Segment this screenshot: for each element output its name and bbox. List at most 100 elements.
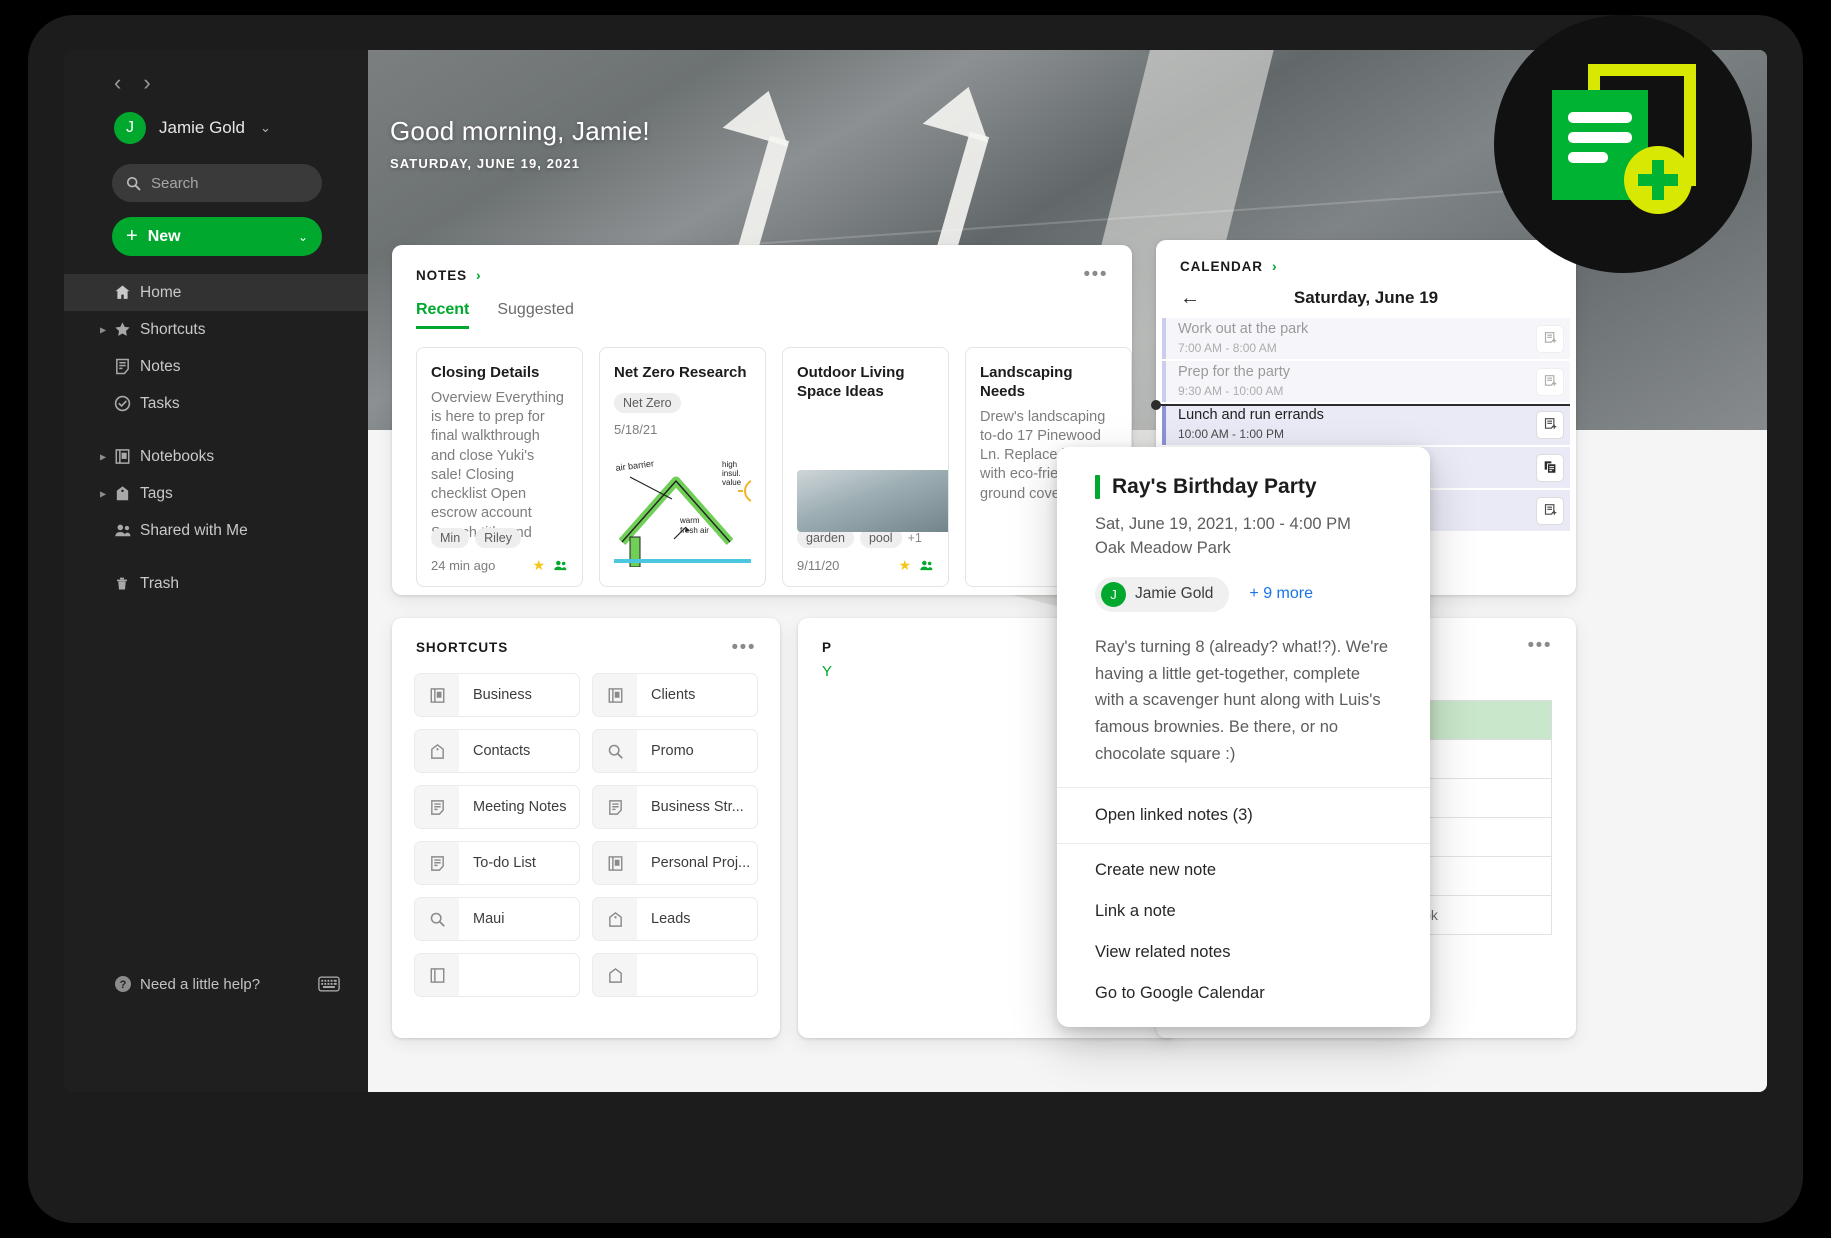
open-linked-notes-item[interactable]: Open linked notes (3) — [1057, 788, 1430, 843]
avatar: J — [114, 112, 146, 144]
note-card[interactable]: Outdoor Living Space Ideas garden pool +… — [782, 347, 949, 587]
shared-people-icon — [920, 560, 933, 571]
calendar-event[interactable]: Work out at the park 7:00 AM - 8:00 AM — [1162, 318, 1570, 359]
chevron-right-icon[interactable]: › — [1272, 258, 1277, 274]
shortcut-label: Maui — [473, 911, 505, 927]
chevron-left-icon[interactable]: ‹ — [114, 72, 121, 94]
attendee-chip[interactable]: J Jamie Gold — [1095, 576, 1230, 612]
shortcut-label: Clients — [651, 687, 696, 703]
shortcut-item[interactable] — [414, 953, 580, 997]
overflow-menu-icon[interactable]: ••• — [732, 637, 756, 657]
chevron-down-icon[interactable]: ⌄ — [260, 120, 271, 136]
go-to-google-calendar-item[interactable]: Go to Google Calendar — [1057, 973, 1430, 1014]
svg-text:?: ? — [120, 979, 127, 991]
shortcut-item[interactable]: Meeting Notes — [414, 785, 580, 829]
link-a-note-item[interactable]: Link a note — [1057, 891, 1430, 932]
notes-panel-header: NOTES › ••• — [392, 245, 1132, 285]
shortcut-label: Personal Proj... — [651, 855, 751, 871]
new-button-label: New — [147, 227, 181, 245]
tag[interactable]: Riley — [475, 528, 521, 548]
new-note-icon[interactable] — [1536, 324, 1564, 353]
chevron-down-icon[interactable]: ⌄ — [298, 230, 308, 244]
tab-suggested[interactable]: Suggested — [497, 301, 574, 329]
tag[interactable]: Min — [431, 528, 470, 548]
sidebar-item-label: Shared with Me — [140, 521, 248, 539]
note-meta: 9/11/20 ★ — [797, 557, 934, 574]
shortcut-item[interactable]: Maui — [414, 897, 580, 941]
search-input[interactable]: Search — [112, 164, 322, 202]
more-attendees-link[interactable]: + 9 more — [1249, 585, 1313, 603]
shortcut-label: Leads — [651, 911, 691, 927]
sidebar-item-notebooks[interactable]: ▶ Notebooks — [64, 438, 368, 475]
sidebar-item-shortcuts[interactable]: ▶ Shortcuts — [64, 311, 368, 348]
note-tags: Min Riley — [431, 528, 568, 548]
star-icon: ★ — [898, 557, 911, 573]
star-icon: ★ — [532, 557, 545, 573]
sidebar-item-tasks[interactable]: Tasks — [64, 385, 368, 422]
chevron-right-icon[interactable]: ▶ — [100, 325, 106, 334]
popup-location: Oak Meadow Park — [1095, 538, 1231, 557]
chevron-right-icon[interactable]: ▶ — [100, 452, 106, 461]
note-footer: Min Riley 24 min ago ★ — [431, 518, 568, 574]
note-sketch-thumbnail: air barrier warm fresh air high insul. v… — [614, 447, 751, 567]
tag[interactable]: Net Zero — [614, 392, 681, 413]
calendar-event-text: Lunch and run errands 10:00 AM - 1:00 PM — [1178, 406, 1324, 443]
new-note-badge-glyph — [1552, 64, 1696, 214]
shortcut-item[interactable]: Business — [414, 673, 580, 717]
view-related-notes-item[interactable]: View related notes — [1057, 932, 1430, 973]
keyboard-icon[interactable] — [318, 976, 340, 992]
shortcut-item[interactable]: Personal Proj... — [592, 841, 758, 885]
calendar-event[interactable]: Lunch and run errands 10:00 AM - 1:00 PM — [1162, 404, 1570, 445]
popup-title-row: Ray's Birthday Party — [1095, 475, 1392, 499]
popup-header: Ray's Birthday Party Sat, June 19, 2021,… — [1057, 447, 1430, 612]
shortcut-label: Promo — [651, 743, 694, 759]
note-card[interactable]: Closing Details Overview Everything is h… — [416, 347, 583, 587]
sidebar-item-trash[interactable]: Trash — [64, 565, 368, 602]
sidebar-item-shared-with-me[interactable]: Shared with Me — [64, 512, 368, 549]
shortcuts-grid: Business Clients Contacts Promo Meeting … — [392, 655, 780, 997]
new-note-icon[interactable] — [1536, 410, 1564, 439]
shortcuts-panel: SHORTCUTS ••• Business Clients Contacts — [392, 618, 780, 1038]
new-button[interactable]: + New ⌄ — [112, 217, 322, 256]
tag-overflow-count[interactable]: +1 — [908, 531, 922, 545]
note-card[interactable]: Net Zero Research Net Zero 5/18/21 air b… — [599, 347, 766, 587]
sidebar-item-label: Notes — [140, 357, 181, 375]
sidebar-item-notes[interactable]: Notes — [64, 348, 368, 385]
crosswalk-arrow-stem — [736, 135, 790, 257]
shortcut-item[interactable]: To-do List — [414, 841, 580, 885]
chevron-right-icon[interactable]: ▶ — [100, 489, 106, 498]
linked-notes-icon[interactable] — [1536, 453, 1564, 482]
new-note-icon[interactable] — [1536, 496, 1564, 525]
notes-card-row: Closing Details Overview Everything is h… — [392, 329, 1132, 587]
arrow-left-icon[interactable]: ← — [1180, 288, 1200, 308]
shortcut-item[interactable]: Business Str... — [592, 785, 758, 829]
create-new-note-item[interactable]: Create new note — [1057, 850, 1430, 891]
note-icon — [415, 786, 459, 828]
calendar-event-title: Work out at the park — [1178, 321, 1309, 338]
sidebar-item-tags[interactable]: ▶ Tags — [64, 475, 368, 512]
popup-title: Ray's Birthday Party — [1112, 475, 1317, 498]
shortcut-item[interactable]: Clients — [592, 673, 758, 717]
calendar-event[interactable]: Prep for the party 9:30 AM - 10:00 AM — [1162, 361, 1570, 402]
shortcut-item[interactable]: Contacts — [414, 729, 580, 773]
calendar-event-time: 9:30 AM - 10:00 AM — [1178, 383, 1284, 398]
chevron-right-icon[interactable]: › — [476, 267, 481, 283]
overflow-menu-icon[interactable]: ••• — [1528, 636, 1552, 656]
overflow-menu-icon[interactable]: ••• — [1084, 265, 1108, 285]
shortcut-item[interactable] — [592, 953, 758, 997]
account-switcher[interactable]: J Jamie Gold ⌄ — [64, 94, 368, 144]
sidebar-item-label: Trash — [140, 574, 180, 592]
chevron-right-icon[interactable]: › — [143, 72, 150, 94]
new-note-icon[interactable] — [1536, 367, 1564, 396]
event-detail-popup: Ray's Birthday Party Sat, June 19, 2021,… — [1057, 447, 1430, 1027]
event-color-bar — [1095, 475, 1100, 499]
notes-panel-title: NOTES — [416, 267, 468, 283]
note-icon — [415, 842, 459, 884]
shortcut-item[interactable]: Promo — [592, 729, 758, 773]
sidebar-item-home[interactable]: Home — [64, 274, 368, 311]
notes-panel: NOTES › ••• Recent Suggested Closing Det… — [392, 245, 1132, 595]
tab-recent[interactable]: Recent — [416, 301, 470, 329]
shortcut-item[interactable]: Leads — [592, 897, 758, 941]
shortcut-label: Business — [473, 687, 532, 703]
help-row[interactable]: ? Need a little help? — [64, 964, 368, 1004]
